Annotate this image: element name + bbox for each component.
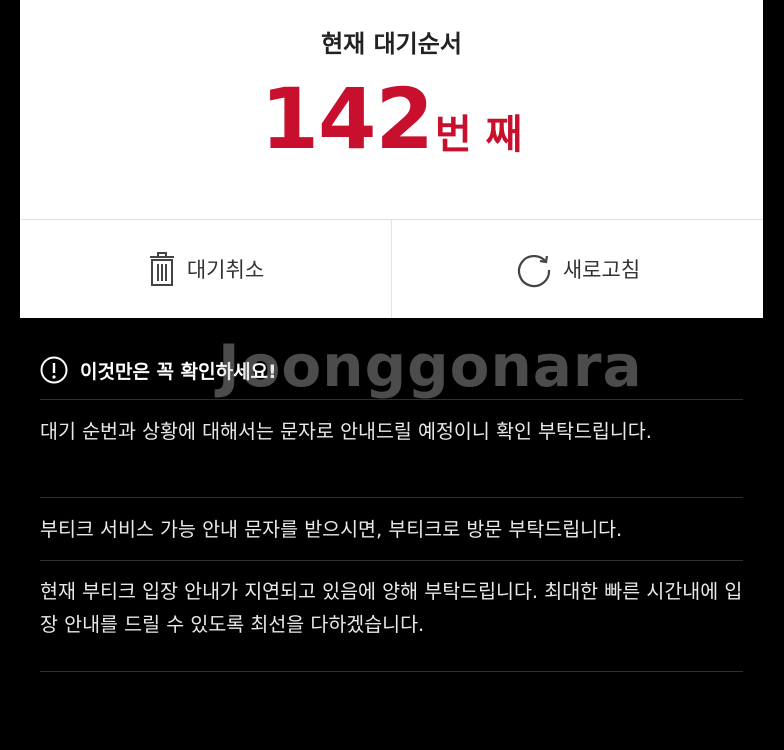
notice-rule <box>40 399 743 400</box>
queue-label: 현재 대기순서 <box>321 30 462 58</box>
notice-item: 현재 부티크 입장 안내가 지연되고 있음에 양해 부탁드립니다. 최대한 빠른… <box>40 580 743 636</box>
exclamation-circle-icon <box>40 356 68 384</box>
cancel-wait-button[interactable]: 대기취소 <box>20 220 391 318</box>
notice-heading-text: 이것만은 꼭 확인하세요! <box>80 360 277 383</box>
notice-heading: 이것만은 꼭 확인하세요! <box>40 356 277 384</box>
notice-rule <box>40 497 743 498</box>
notice-item: 부티크 서비스 가능 안내 문자를 받으시면, 부티크로 방문 부탁드립니다. <box>40 518 623 541</box>
queue-number-unit: 번 째 <box>434 112 523 158</box>
cancel-wait-label: 대기취소 <box>186 258 265 282</box>
queue-card: 현재 대기순서 142번 째 대기취소 새로고침 <box>20 0 763 318</box>
queue-number: 142 <box>260 70 434 168</box>
refresh-button[interactable]: 새로고침 <box>392 220 763 318</box>
notice-rule <box>40 671 743 672</box>
queue-number-display: 142번 째 <box>20 70 763 168</box>
notice-rule <box>40 560 743 561</box>
refresh-icon <box>517 254 550 288</box>
trash-icon <box>149 252 174 286</box>
refresh-label: 새로고침 <box>562 258 641 282</box>
watermark-logo: Joonggonara <box>218 332 643 400</box>
waiting-page: 현재 대기순서 142번 째 대기취소 새로고침 이것만은 꼭 확인하세요! J… <box>0 0 784 750</box>
notice-item: 대기 순번과 상황에 대해서는 문자로 안내드릴 예정이니 확인 부탁드립니다. <box>40 420 652 443</box>
